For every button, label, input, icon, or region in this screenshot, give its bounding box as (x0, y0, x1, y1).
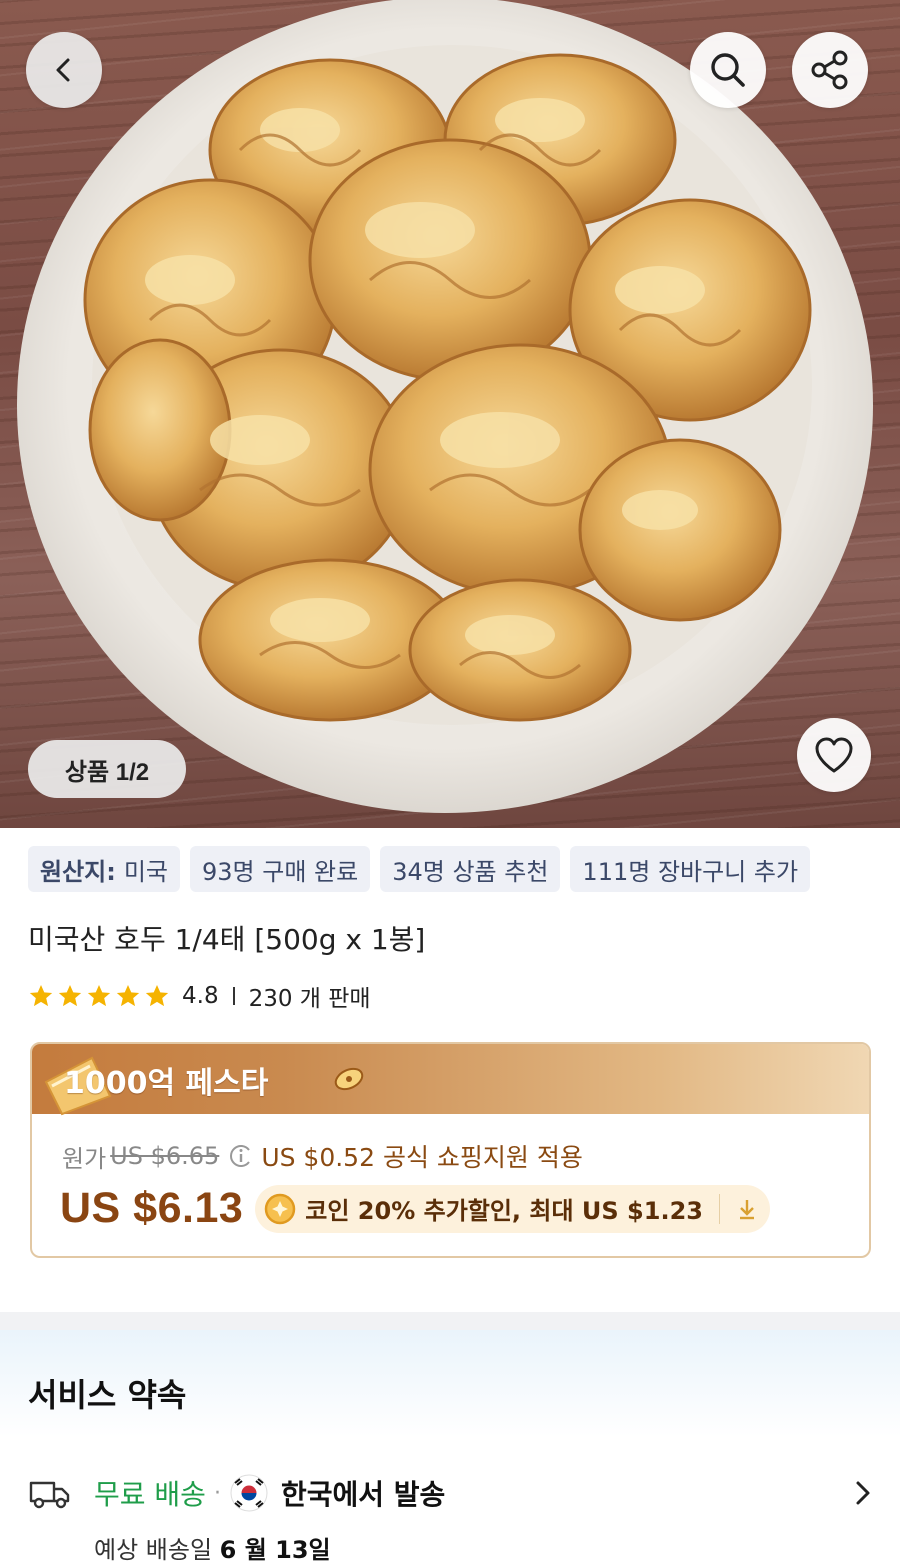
product-photo (17, 0, 873, 813)
star-icon (87, 984, 111, 1007)
current-price-row: US $6.13 코인 20% 추가할인, 최대 US $1.23 (60, 1184, 770, 1233)
favorite-button[interactable] (797, 718, 871, 792)
origin-tag: 원산지: 미국 (28, 846, 181, 892)
rating-stars (28, 983, 170, 1009)
star-icon (145, 984, 169, 1007)
service-promise-section: 서비스 약속 무료 배송 · 한국에서 발송 예상 배송일 6 월 13일 (0, 1330, 900, 1568)
coin-decoration-icon (334, 1067, 364, 1091)
rating-divider (232, 987, 235, 1005)
free-shipping-label: 무료 배송 (94, 1478, 206, 1511)
origin-label: 원산지: (40, 857, 116, 886)
cart-added-tag: 111명 장바구니 추가 (570, 846, 811, 892)
purchased-tag: 93명 구매 완료 (190, 846, 371, 892)
coin-divider (718, 1193, 720, 1224)
origin-value: 미국 (123, 857, 169, 886)
coin-discount-pill[interactable]: 코인 20% 추가할인, 최대 US $1.23 (255, 1184, 770, 1233)
product-image-gallery[interactable]: 상품 1/2 (0, 0, 900, 828)
festival-banner: 1000억 페스타 (32, 1044, 869, 1116)
search-button[interactable] (690, 32, 766, 108)
info-icon[interactable] (229, 1144, 253, 1168)
festival-title: 1000억 페스타 (64, 1066, 269, 1101)
rating-value: 4.8 (182, 983, 219, 1009)
star-icon (58, 984, 82, 1007)
original-price: US $6.65 (110, 1142, 220, 1170)
eta-date: 6 월 13일 (219, 1536, 331, 1564)
recommended-tag: 34명 상품 추천 (380, 846, 561, 892)
heart-icon (815, 737, 853, 773)
star-icon (29, 984, 53, 1007)
coin-discount-text: 코인 20% 추가할인, 최대 US $1.23 (305, 1197, 703, 1225)
product-tags: 원산지: 미국 93명 구매 완료 34명 상품 추천 111명 장바구니 추가 (28, 846, 811, 892)
original-price-row: 원가 US $6.65 US $0.52 공식 쇼핑지원 적용 (62, 1138, 583, 1174)
chevron-left-icon (56, 58, 70, 82)
korea-flag-icon (230, 1474, 268, 1512)
service-title: 서비스 약속 (28, 1376, 187, 1414)
share-button[interactable] (792, 32, 868, 108)
back-button[interactable] (26, 32, 102, 108)
download-icon[interactable] (734, 1196, 760, 1222)
image-counter: 상품 1/2 (28, 740, 186, 798)
share-icon (811, 50, 848, 90)
price-box: 1000억 페스타 원가 US $6.65 US $0.52 공식 쇼핑지원 적… (30, 1042, 871, 1258)
search-icon (711, 53, 745, 87)
separator-dot: · (213, 1480, 221, 1506)
current-price: US $6.13 (60, 1184, 244, 1232)
rating-row[interactable]: 4.8 230 개 판매 (28, 978, 371, 1014)
eta-label: 예상 배송일 (94, 1536, 220, 1564)
truck-icon (29, 1481, 70, 1509)
sold-count: 230 개 판매 (248, 986, 371, 1012)
delivery-estimate: 예상 배송일 6 월 13일 (94, 1530, 331, 1565)
section-divider (0, 1312, 900, 1330)
product-title: 미국산 호두 1/4태 [500g x 1봉] (28, 923, 426, 956)
coin-icon (265, 1193, 296, 1224)
shipping-row[interactable]: 무료 배송 · 한국에서 발송 (28, 1470, 878, 1516)
ships-from-label: 한국에서 발송 (280, 1478, 446, 1511)
subsidy-text: US $0.52 공식 쇼핑지원 적용 (261, 1143, 583, 1172)
chevron-right-icon[interactable] (848, 1478, 878, 1508)
original-price-label: 원가 (62, 1144, 107, 1173)
star-icon (116, 984, 140, 1007)
